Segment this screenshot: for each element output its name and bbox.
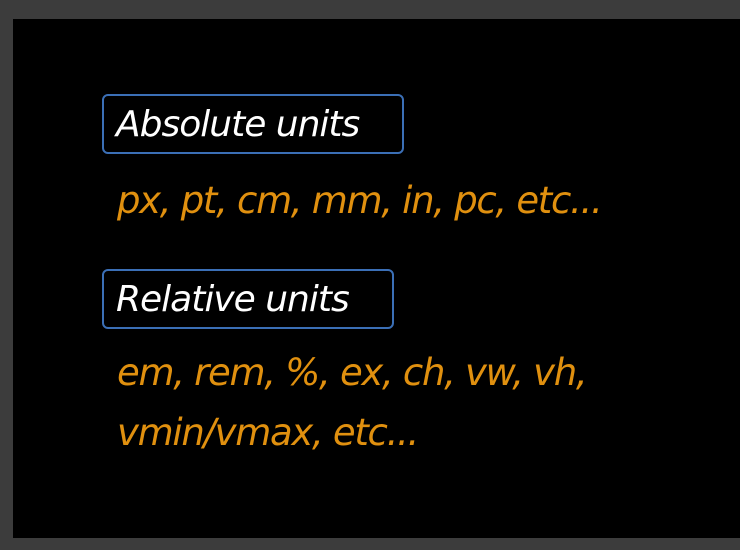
relative-units-examples-line2: vmin/vmax, etc... xyxy=(117,411,419,454)
relative-units-heading: Relative units xyxy=(102,269,394,329)
viewer-frame: Absolute units px, pt, cm, mm, in, pc, e… xyxy=(0,0,740,550)
absolute-units-heading: Absolute units xyxy=(102,94,404,154)
slide-canvas: Absolute units px, pt, cm, mm, in, pc, e… xyxy=(13,19,740,538)
relative-units-examples-line1: em, rem, %, ex, ch, vw, vh, xyxy=(117,351,588,394)
absolute-units-examples: px, pt, cm, mm, in, pc, etc... xyxy=(117,179,603,222)
